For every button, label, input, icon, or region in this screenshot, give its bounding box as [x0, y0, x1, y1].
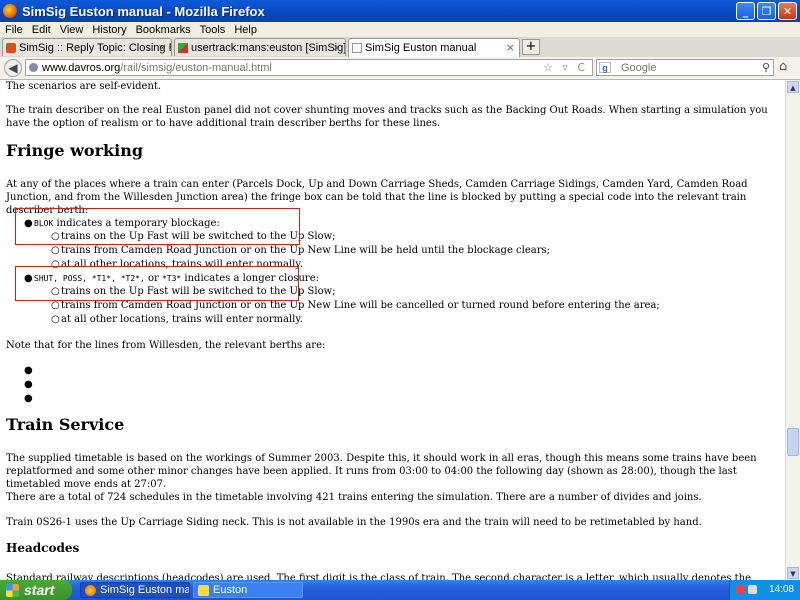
maximize-button[interactable]: ❐	[757, 2, 776, 20]
back-button[interactable]: ◀	[4, 59, 22, 77]
blank-page-icon	[352, 43, 362, 53]
search-input[interactable]: g Google ⚲	[596, 59, 774, 76]
close-button[interactable]: ✕	[778, 2, 797, 20]
start-button[interactable]: start	[0, 580, 72, 600]
menu-view[interactable]: View	[60, 24, 84, 36]
paragraph: The scenarios are self-evident.	[6, 81, 162, 92]
scroll-down-icon[interactable]: ▼	[787, 567, 799, 579]
paragraph: Standard railway descriptions (headcodes…	[6, 573, 751, 580]
start-label: start	[24, 582, 55, 598]
simsig-favicon-icon	[6, 42, 16, 53]
system-tray: 14:08	[729, 580, 800, 600]
bullet: ●	[24, 365, 33, 376]
tray-volume-icon[interactable]	[748, 585, 757, 594]
bullet: ○	[51, 314, 60, 325]
menu-file[interactable]: File	[5, 24, 23, 36]
taskbar-item-euston[interactable]: Euston	[193, 582, 303, 598]
vertical-scrollbar[interactable]: ▲ ▼	[785, 80, 800, 580]
highlight-box	[15, 208, 300, 245]
heading-fringe-working: Fringe working	[6, 141, 144, 160]
tab-label: SimSig Euston manual	[365, 42, 477, 54]
url-text: www.davros.org/rail/simsig/euston-manual…	[42, 60, 272, 76]
bullet: ●	[24, 393, 33, 404]
menu-help[interactable]: Help	[234, 24, 257, 36]
navigation-bar: ◀ www.davros.org/rail/simsig/euston-manu…	[0, 57, 800, 80]
tab-reply-topic[interactable]: SimSig :: Reply Topic: Closing Eu... ×	[2, 38, 172, 56]
menu-bar: File Edit View History Bookmarks Tools H…	[0, 22, 800, 37]
tray-shield-icon[interactable]	[736, 585, 745, 594]
tab-label: SimSig :: Reply Topic: Closing Eu...	[19, 41, 171, 54]
menu-edit[interactable]: Edit	[32, 24, 51, 36]
bookmark-star-icon[interactable]: ☆ ▿ C	[543, 60, 588, 76]
scroll-up-icon[interactable]: ▲	[787, 81, 799, 93]
list-item: ○ trains from Camden Road Junction or on …	[51, 244, 551, 258]
google-icon[interactable]: g	[599, 62, 611, 73]
paragraph: Train 0S26-1 uses the Up Carriage Siding…	[6, 517, 702, 528]
heading-headcodes: Headcodes	[6, 541, 80, 555]
heading-train-service: Train Service	[6, 415, 125, 434]
list-item-text: at all other locations, trains will ente…	[61, 314, 303, 325]
firefox-icon	[3, 4, 17, 18]
tab-usertrack[interactable]: usertrack:mans:euston [SimSig] ×	[174, 38, 346, 56]
taskbar-item-label: Euston	[213, 584, 248, 596]
windows-logo-icon	[6, 583, 19, 597]
scroll-thumb[interactable]	[787, 428, 799, 456]
list-item: ○ at all other locations, trains will ent…	[51, 313, 660, 327]
tab-bar: SimSig :: Reply Topic: Closing Eu... × u…	[0, 37, 800, 58]
page-content: The scenarios are self-evident. The trai…	[0, 80, 786, 580]
taskbar: start SimSig Euston ma... Euston 14:08	[0, 580, 800, 600]
taskbar-item-label: SimSig Euston ma...	[100, 584, 190, 596]
highlight-box	[15, 266, 299, 301]
taskbar-item-firefox[interactable]: SimSig Euston ma...	[80, 582, 190, 598]
bullet: ○	[51, 245, 60, 256]
menu-tools[interactable]: Tools	[200, 24, 226, 36]
tab-close-icon[interactable]: ×	[506, 41, 515, 54]
paragraph: The train describer on the real Euston p…	[6, 105, 768, 129]
paragraph: The supplied timetable is based on the w…	[6, 453, 757, 490]
window-title: SimSig Euston manual - Mozilla Firefox	[22, 3, 265, 19]
search-icon[interactable]: ⚲	[762, 60, 770, 76]
bullet: ●	[24, 379, 33, 390]
list-item-text: trains from Camden Road Junction or on t…	[61, 245, 551, 256]
menu-bookmarks[interactable]: Bookmarks	[136, 24, 191, 36]
url-bar[interactable]: www.davros.org/rail/simsig/euston-manual…	[25, 59, 593, 76]
home-icon[interactable]: ⌂	[779, 59, 787, 74]
list-item: ○ trains from Camden Road Junction or on …	[51, 299, 660, 313]
url-path: /rail/simsig/euston-manual.html	[120, 62, 272, 74]
paragraph: Note that for the lines from Willesden, …	[6, 340, 326, 351]
search-placeholder: Google	[621, 62, 657, 74]
firefox-icon	[85, 584, 96, 596]
tab-label: usertrack:mans:euston [SimSig]	[191, 41, 346, 54]
globe-icon	[29, 63, 38, 72]
menu-history[interactable]: History	[92, 24, 126, 36]
paragraph: There are a total of 724 schedules in th…	[6, 492, 702, 503]
simsig-app-icon	[198, 584, 209, 596]
list-item-text: trains from Camden Road Junction or on t…	[61, 300, 660, 311]
wiki-favicon-icon	[178, 42, 188, 53]
tab-close-icon[interactable]: ×	[158, 41, 167, 54]
url-domain: www.davros.org	[42, 62, 121, 74]
clock: 14:08	[768, 584, 794, 595]
title-bar: SimSig Euston manual - Mozilla Firefox _…	[0, 0, 800, 22]
tab-close-icon[interactable]: ×	[332, 41, 341, 54]
new-tab-button[interactable]: +	[522, 39, 540, 55]
tab-euston-manual[interactable]: SimSig Euston manual ×	[348, 38, 520, 57]
minimize-button[interactable]: _	[736, 2, 755, 20]
